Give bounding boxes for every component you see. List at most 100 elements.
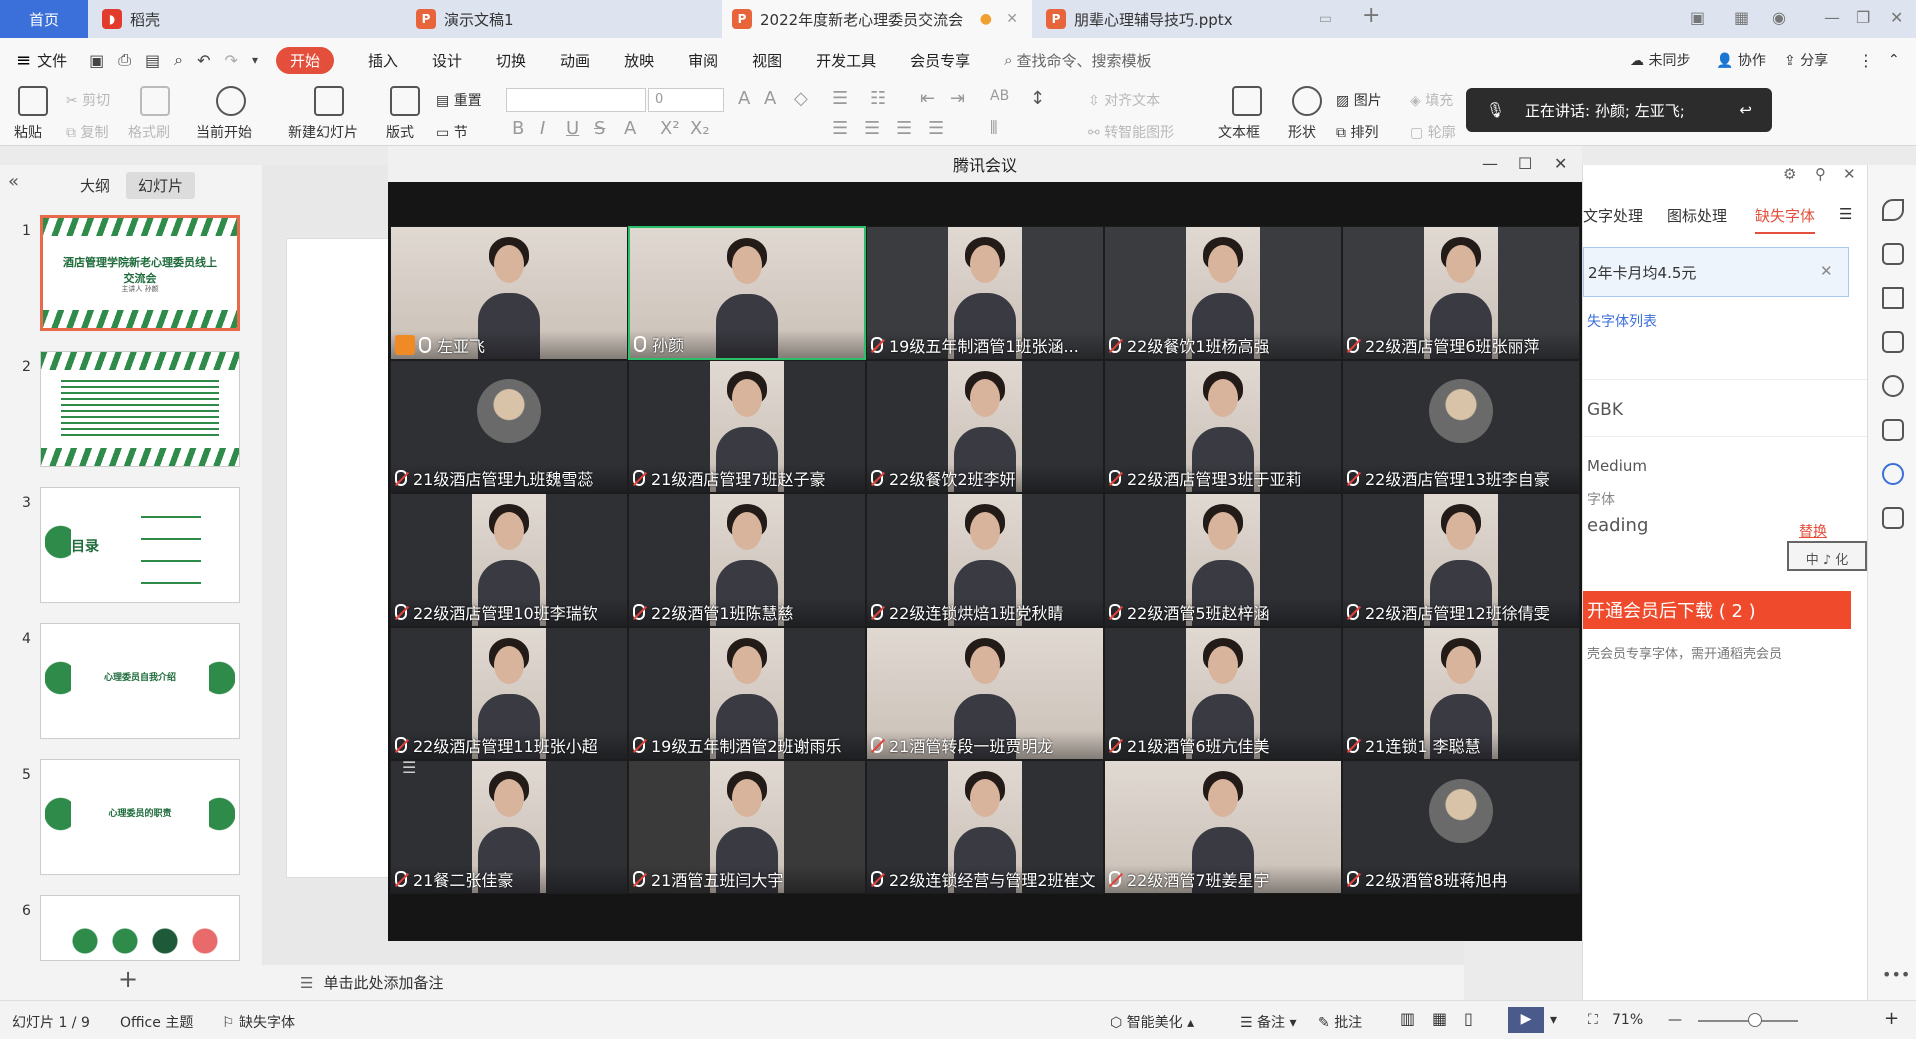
add-slide-icon[interactable]: + — [118, 965, 138, 993]
zoom-in-icon[interactable]: + — [1884, 1008, 1899, 1029]
smart-art-button[interactable]: ⚯ 转智能图形 — [1088, 122, 1174, 142]
slide-thumb-6[interactable] — [40, 895, 240, 961]
download-button[interactable]: 开通会员后下载 ( 2 ) — [1583, 591, 1851, 629]
reset-button[interactable]: ▤ 重置 — [436, 90, 482, 110]
font-row[interactable]: GBK — [1583, 379, 1867, 437]
more-icon[interactable]: ⋮ — [1858, 51, 1874, 70]
outline-button[interactable]: ▢ 轮廓 — [1410, 122, 1456, 142]
play-icon[interactable] — [216, 86, 246, 116]
back-icon[interactable]: ↩ — [1739, 101, 1752, 119]
sorter-view-icon[interactable]: ▦ — [1432, 1009, 1447, 1028]
slide-thumb-1[interactable]: 酒店管理学院新老心理委员线上交流会 主讲人 孙颜 — [40, 215, 240, 331]
close-icon[interactable]: ✕ — [1843, 165, 1856, 183]
menu-file[interactable]: 文件 — [37, 50, 67, 71]
font-list-link[interactable]: 失字体列表 — [1587, 311, 1657, 331]
clear-format-icon[interactable]: ◇ — [794, 88, 808, 109]
list-icon[interactable]: ☰ — [402, 758, 416, 777]
collapse-panel-icon[interactable]: « — [8, 171, 19, 192]
screen-icon[interactable]: ▣ — [1690, 8, 1705, 27]
align-text-button[interactable]: ⇳ 对齐文本 — [1088, 90, 1160, 110]
shape-icon[interactable] — [1292, 86, 1322, 116]
line-spacing-icon[interactable]: ↕ — [1030, 88, 1045, 109]
participant-tile[interactable]: 22级酒店管理11班张小超 — [390, 626, 628, 761]
adjust-icon[interactable] — [1882, 243, 1904, 265]
participant-tile[interactable]: 19级五年制酒管2班谢雨乐 — [628, 626, 866, 761]
superscript-icon[interactable]: X² — [660, 118, 680, 139]
participant-tile[interactable]: 22级连锁经营与管理2班崔文 — [866, 760, 1104, 894]
grid-icon[interactable]: ▦ — [1734, 8, 1749, 27]
align-left-icon[interactable]: ☰ — [832, 118, 848, 139]
find-icon[interactable]: ⌕ — [174, 50, 183, 70]
indent-decrease-icon[interactable]: ⇤ — [920, 88, 935, 109]
participant-tile[interactable]: 22级餐饮1班杨高强 — [1104, 226, 1342, 360]
layout-button[interactable]: 版式 — [386, 122, 414, 142]
paste-button[interactable]: 粘贴 — [14, 122, 42, 142]
picture-button[interactable]: ▨ 图片 — [1336, 90, 1382, 110]
book-icon[interactable] — [1882, 507, 1904, 529]
restore-icon[interactable]: ❐ — [1856, 8, 1870, 27]
slide-thumb-4[interactable]: 心理委员自我介绍 — [40, 623, 240, 739]
reading-view-icon[interactable]: ▯ — [1464, 1009, 1473, 1028]
new-tab-icon[interactable]: + — [1362, 3, 1380, 28]
paste-icon[interactable] — [18, 86, 48, 116]
zoom-out-icon[interactable]: — — [1668, 1012, 1682, 1028]
column-icon[interactable]: ⫴ — [990, 118, 998, 139]
align-right-icon[interactable]: ☰ — [896, 118, 912, 139]
save-icon[interactable]: ▣ — [89, 51, 104, 70]
close-icon[interactable]: ✕ — [1890, 8, 1903, 27]
layout-icon[interactable] — [390, 86, 420, 116]
italic-icon[interactable]: I — [540, 118, 545, 139]
avatar[interactable]: ◉ — [1772, 8, 1786, 27]
cut-button[interactable]: ✂ 剪切 — [66, 90, 110, 110]
image-icon[interactable] — [1882, 419, 1904, 441]
font-shrink-icon[interactable]: A — [764, 88, 776, 109]
close-icon[interactable]: ✕ — [1006, 11, 1018, 27]
menu-transition[interactable]: 切换 — [496, 50, 526, 71]
participant-tile[interactable]: 22级酒管1班陈慧慈 — [628, 493, 866, 627]
tab-outline[interactable]: 大纲 — [68, 172, 122, 199]
text-direction-icon[interactable]: AB — [990, 88, 1009, 104]
participant-tile[interactable]: 22级酒店管理10班李瑞钦 — [390, 493, 628, 627]
slide-thumb-3[interactable]: 目录 — [40, 487, 240, 603]
tab-doc1[interactable]: P 演示文稿1 — [406, 0, 716, 38]
rocket-icon[interactable] — [1882, 199, 1904, 221]
chevron-down-icon[interactable]: ▾ — [252, 53, 258, 67]
menu-slideshow[interactable]: 放映 — [624, 50, 654, 71]
strikethrough-icon[interactable]: S — [594, 118, 605, 139]
menu-start[interactable]: 开始 — [275, 46, 334, 74]
font-icon[interactable] — [1882, 463, 1904, 485]
subscript-icon[interactable]: X₂ — [690, 118, 710, 139]
help-icon[interactable] — [1882, 375, 1904, 397]
slide-thumb-2[interactable] — [40, 351, 240, 467]
participant-tile[interactable]: 22级酒管8班蒋旭冉 — [1342, 760, 1580, 894]
close-icon[interactable]: ✕ — [1554, 154, 1567, 173]
tab-wps[interactable]: ◗ 稻壳 — [92, 0, 402, 38]
play-icon[interactable]: ▶ — [1508, 1007, 1544, 1033]
menu-insert[interactable]: 插入 — [368, 50, 398, 71]
menu-review[interactable]: 审阅 — [688, 50, 718, 71]
sync-status[interactable]: ☁ 未同步 — [1630, 50, 1690, 70]
tab-doc3[interactable]: P 朋辈心理辅导技巧.pptx ▭ — [1036, 0, 1346, 38]
participant-tile[interactable]: 22级酒店管理3班于亚莉 — [1104, 359, 1342, 494]
textbox-icon[interactable] — [1232, 86, 1262, 116]
menu-icon[interactable]: ☰ — [1839, 205, 1852, 223]
star-icon[interactable] — [1882, 287, 1904, 309]
participant-tile[interactable]: 21连锁1 李聪慧 — [1342, 626, 1580, 761]
tab-home[interactable]: 首页 — [0, 0, 88, 38]
section-button[interactable]: ▭ 节 — [436, 122, 468, 142]
share-button[interactable]: ⇪ 分享 — [1784, 50, 1828, 70]
new-slide-icon[interactable] — [314, 86, 344, 116]
comment-toggle[interactable]: ✎ 批注 — [1318, 1012, 1362, 1032]
hamburger-icon[interactable]: ≡ — [16, 50, 31, 71]
participant-tile[interactable]: 22级酒店管理6班张丽萍 — [1342, 226, 1580, 360]
zoom-level[interactable]: 71% — [1612, 1012, 1643, 1028]
preview-icon[interactable]: ▤ — [145, 51, 160, 70]
undo-icon[interactable]: ↶ — [197, 51, 210, 70]
redo-icon[interactable]: ↷ — [225, 51, 238, 70]
menu-developer[interactable]: 开发工具 — [816, 50, 876, 71]
menu-design[interactable]: 设计 — [432, 50, 462, 71]
participant-tile[interactable]: 19级五年制酒管1班张涵... — [866, 226, 1104, 360]
theme-name[interactable]: Office 主题 — [120, 1012, 193, 1032]
participant-tile[interactable]: 21酒管转段一班贾明龙 — [866, 626, 1104, 761]
more-icon[interactable]: ••• — [1882, 965, 1910, 984]
